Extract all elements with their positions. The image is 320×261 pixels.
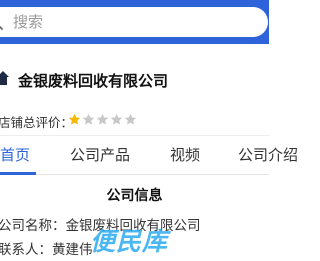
tab-products[interactable]: 公司产品 bbox=[70, 144, 130, 165]
active-tab-indicator bbox=[0, 172, 36, 175]
home-icon bbox=[0, 71, 9, 85]
search-input[interactable]: 搜索 bbox=[0, 7, 268, 37]
star-filled-icon bbox=[68, 113, 81, 125]
shop-title-row: 金银废料回收有限公司 bbox=[0, 68, 269, 92]
star-empty-icon bbox=[110, 113, 123, 125]
tab-videos[interactable]: 视频 bbox=[170, 144, 200, 165]
top-bar: 搜索 bbox=[0, 0, 269, 44]
shop-title: 金银废料回收有限公司 bbox=[18, 72, 169, 90]
star-empty-icon bbox=[124, 113, 137, 125]
star-empty-icon bbox=[96, 113, 109, 125]
contact-person-line: 联系人：黄建伟 bbox=[0, 242, 93, 258]
star-empty-icon bbox=[82, 113, 95, 125]
tab-bar: 首页 公司产品 视频 公司介绍 bbox=[0, 135, 298, 175]
tab-home[interactable]: 首页 bbox=[0, 144, 30, 165]
watermark-logo: 便民库 bbox=[90, 227, 169, 256]
company-info-title: 公司信息 bbox=[106, 188, 163, 204]
shop-rating: 店铺总评价： bbox=[0, 110, 269, 130]
search-icon bbox=[0, 25, 3, 30]
rating-label: 店铺总评价： bbox=[0, 115, 74, 130]
tab-company-intro[interactable]: 公司介绍 bbox=[238, 144, 298, 165]
search-placeholder: 搜索 bbox=[13, 13, 44, 31]
